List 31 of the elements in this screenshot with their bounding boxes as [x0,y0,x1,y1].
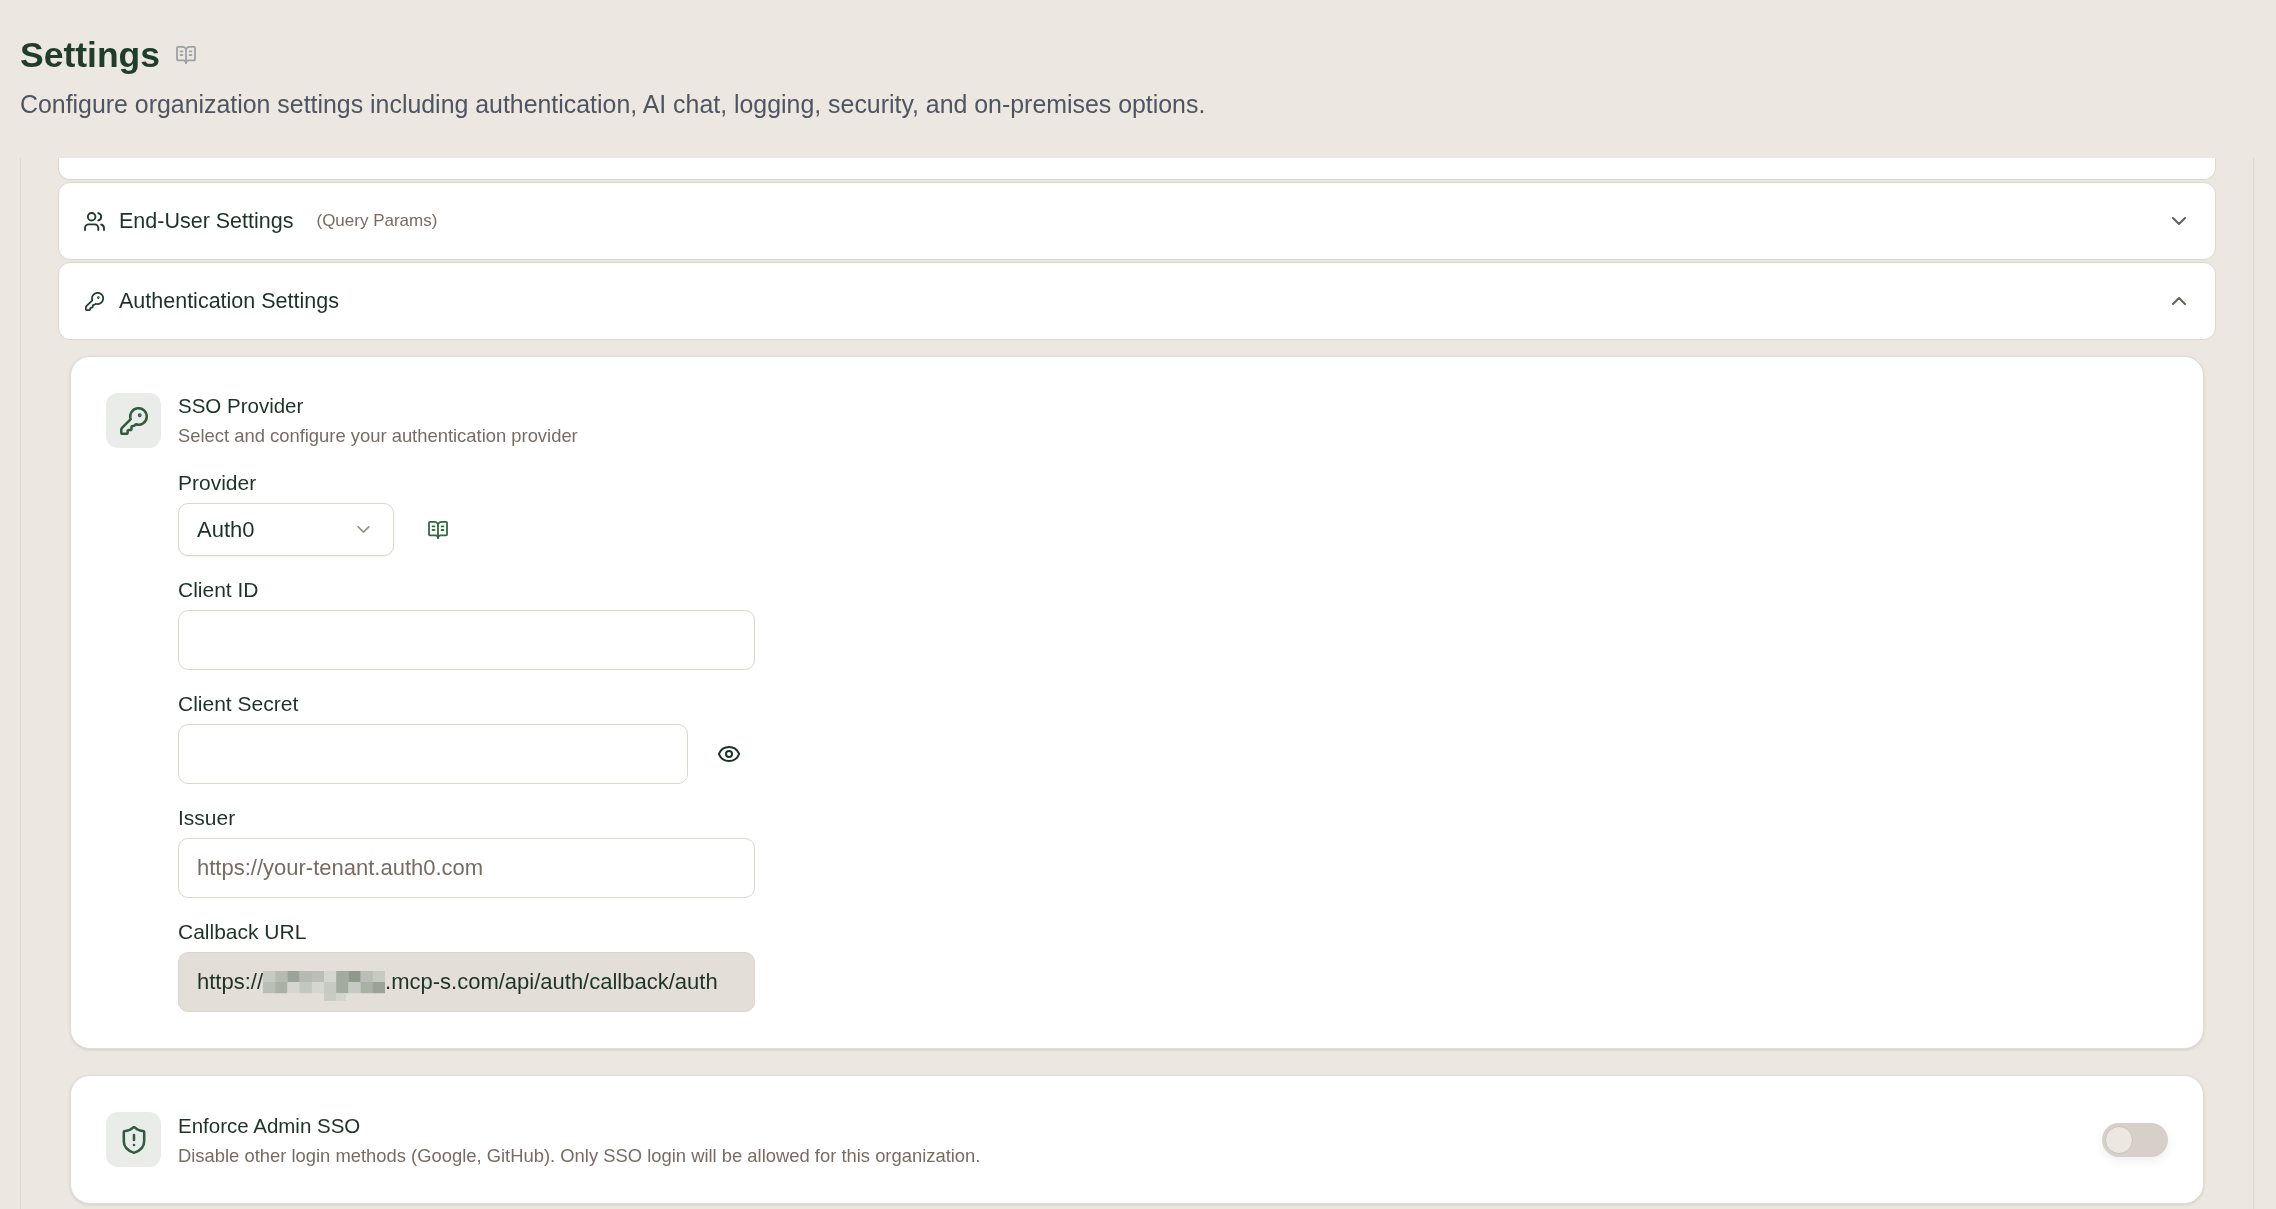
accordion-header[interactable]: Authentication Settings [58,262,2216,340]
field-label: Client ID [178,577,259,603]
section-title: End-User Settings [119,208,294,234]
page-title: Settings [20,35,161,75]
page-description: Configure organization settings including authentication, AI chat, logging, security, and on-premises options. [20,89,1207,120]
accordion-header[interactable]: End-User Settings (Query Params) [58,182,2216,260]
card-description: Select and configure your authentication provider [178,425,578,447]
toggle-switch[interactable] [2102,1122,2168,1157]
chevron-down-icon[interactable] [2172,217,2186,225]
field-label: Callback URL [178,919,307,945]
book-icon[interactable] [428,520,448,539]
people-icon [84,211,105,231]
card-title: SSO Provider [178,393,305,419]
text-input[interactable] [178,610,755,670]
readonly-url-field[interactable]: https:// .mcp-s.com/api/auth/callback/auth [178,952,755,1012]
card-title: Enforce Admin SSO [178,1112,362,1139]
password-input[interactable] [178,724,688,784]
field-label: Provider [178,470,257,496]
text-input[interactable]: https://your-tenant.auth0.com [178,838,755,898]
section-title: Authentication Settings [119,288,339,314]
shield-alert-icon [106,1112,161,1167]
card-description: Disable other login methods (Google, GitHub). Only SSO login will be allowed for this organization. [178,1144,981,1167]
key-icon [84,291,105,311]
field-label: Issuer [178,805,236,831]
field-label: Client Secret [178,691,299,717]
section-note: (Query Params) [316,211,438,231]
provider-select[interactable]: Auth0 [178,503,394,556]
eye-icon[interactable] [718,746,740,762]
chevron-up-icon[interactable] [2172,297,2186,305]
chevron-down-icon [357,526,370,533]
key-icon [106,393,161,448]
